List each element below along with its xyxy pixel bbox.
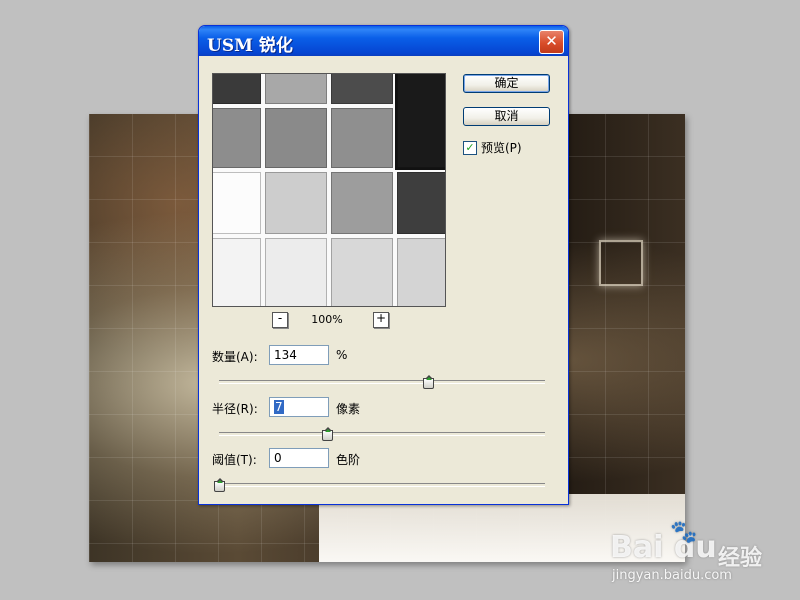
amount-slider-track[interactable] — [219, 380, 545, 384]
amount-slider-thumb[interactable] — [422, 375, 434, 389]
baidu-watermark: Bai du 🐾 经验 jingyan.baidu.com — [610, 520, 795, 590]
preview-tile — [213, 236, 263, 306]
preview-tile — [329, 74, 395, 106]
preview-tile — [263, 170, 329, 236]
close-button[interactable]: ✕ — [539, 30, 564, 54]
amount-unit: % — [336, 348, 348, 362]
dialog-body: - 100% + 确定 取消 ✓ 预览(P) 数量(A): 134 % 半径(R… — [203, 56, 564, 500]
threshold-input[interactable]: 0 — [269, 448, 329, 468]
radius-input-value: 7 — [274, 400, 284, 414]
preview-tile — [213, 170, 263, 236]
preview-tile — [263, 106, 329, 170]
ok-button[interactable]: 确定 — [463, 74, 550, 93]
preview-checkbox[interactable]: ✓ 预览(P) — [463, 139, 522, 156]
amount-input[interactable]: 134 — [269, 345, 329, 365]
radius-slider-thumb[interactable] — [321, 427, 333, 441]
preview-tile — [329, 236, 395, 306]
zoom-in-button[interactable]: + — [373, 312, 389, 328]
checkbox-check-icon[interactable]: ✓ — [463, 140, 477, 155]
preview-tile — [395, 170, 445, 236]
photo-bright-tile — [599, 240, 643, 286]
baidu-paw-icon: 🐾 — [670, 520, 698, 545]
radius-slider-track[interactable] — [219, 432, 545, 436]
dialog-titlebar[interactable]: USM 锐化 ✕ — [199, 26, 568, 56]
usm-sharpen-dialog: USM 锐化 ✕ - 100% + 确定 取消 ✓ 预览(P) 数量(A): 1… — [198, 25, 569, 505]
watermark-url: jingyan.baidu.com — [612, 568, 732, 583]
zoom-out-button[interactable]: - — [272, 312, 288, 328]
threshold-slider-thumb[interactable] — [214, 478, 225, 492]
zoom-level: 100% — [311, 313, 343, 326]
amount-label: 数量(A): — [212, 350, 258, 364]
preview-tile — [329, 106, 395, 170]
preview-checkbox-label: 预览(P) — [481, 141, 522, 155]
preview-tile — [213, 106, 263, 170]
radius-unit: 像素 — [336, 402, 361, 416]
preview-tile — [329, 170, 395, 236]
threshold-slider-track[interactable] — [219, 483, 545, 487]
preview-tile — [395, 236, 445, 306]
dialog-title: USM 锐化 — [207, 36, 293, 56]
radius-label: 半径(R): — [212, 402, 258, 416]
cancel-button[interactable]: 取消 — [463, 107, 550, 126]
preview-tile — [263, 236, 329, 306]
watermark-logo: Bai du — [610, 530, 717, 565]
preview-tile — [395, 74, 445, 170]
preview-tile — [213, 74, 263, 106]
preview-area[interactable] — [212, 73, 446, 307]
radius-input[interactable]: 7 — [269, 397, 329, 417]
threshold-label: 阈值(T): — [212, 453, 257, 467]
threshold-unit: 色阶 — [336, 453, 361, 467]
preview-tile — [263, 74, 329, 106]
